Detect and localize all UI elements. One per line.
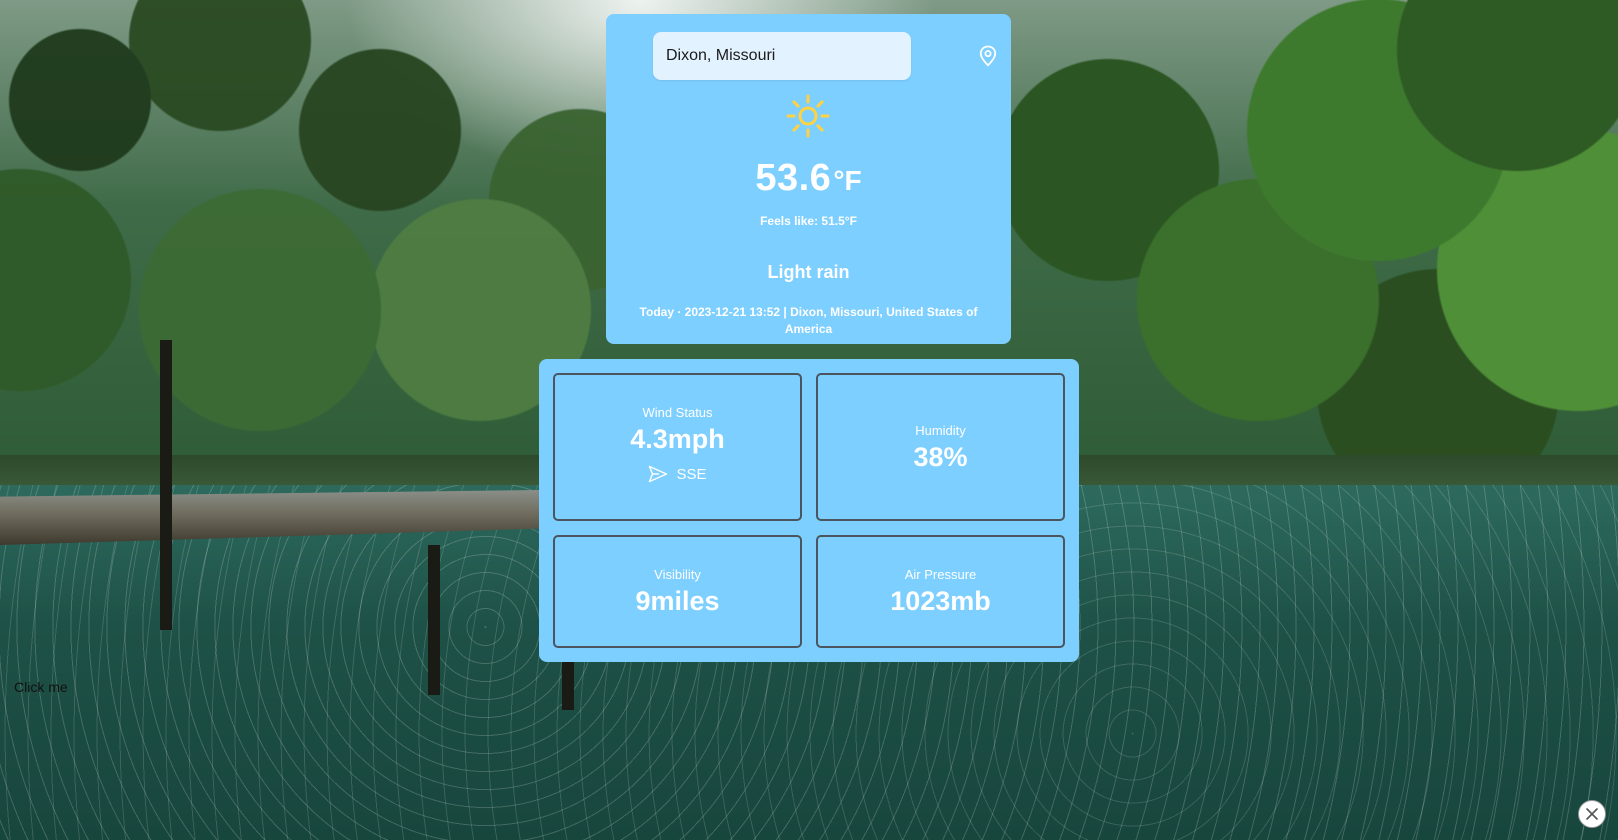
wind-direction: SSE xyxy=(555,465,800,483)
air-pressure-label: Air Pressure xyxy=(904,567,977,582)
humidity-tile: Humidity 38% xyxy=(816,373,1065,521)
click-me-link[interactable]: Click me xyxy=(14,679,68,695)
location-button[interactable] xyxy=(976,42,1000,70)
date-location-text: Today · 2023-12-21 13:52 | Dixon, Missou… xyxy=(639,305,978,336)
air-pressure-value: 1023mb xyxy=(890,586,991,616)
dock-post xyxy=(428,545,440,695)
wind-status-label: Wind Status xyxy=(642,405,713,420)
wind-status-tile: Wind Status 4.3mph SSE xyxy=(553,373,802,521)
visibility-value: 9miles xyxy=(635,586,720,616)
sun-icon xyxy=(786,94,830,138)
temperature-value: 53.6 xyxy=(755,157,832,199)
air-pressure-tile: Air Pressure 1023mb xyxy=(816,535,1065,648)
weather-condition: Light rain xyxy=(767,262,850,282)
humidity-label: Humidity xyxy=(915,423,966,438)
close-button[interactable] xyxy=(1578,800,1606,828)
map-pin-icon xyxy=(979,45,997,67)
humidity-value: 38% xyxy=(913,442,968,472)
dock-post xyxy=(160,340,172,630)
send-arrow-icon xyxy=(649,465,668,483)
city-search-input[interactable] xyxy=(653,32,911,80)
weather-stats-panel: Wind Status 4.3mph SSE Humidity 38% Visi… xyxy=(539,359,1079,662)
wind-speed-value: 4.3mph xyxy=(630,424,725,454)
visibility-label: Visibility xyxy=(654,567,701,582)
weather-card: 53.6°F Feels like: 51.5°F Light rain Tod… xyxy=(606,14,1011,344)
temperature-unit: °F xyxy=(833,165,862,196)
wind-direction-label: SSE xyxy=(676,465,707,483)
visibility-tile: Visibility 9miles xyxy=(553,535,802,648)
close-icon xyxy=(1586,808,1598,820)
feels-like-text: Feels like: 51.5°F xyxy=(760,214,857,228)
temperature-display: 53.6°F xyxy=(606,157,1011,200)
